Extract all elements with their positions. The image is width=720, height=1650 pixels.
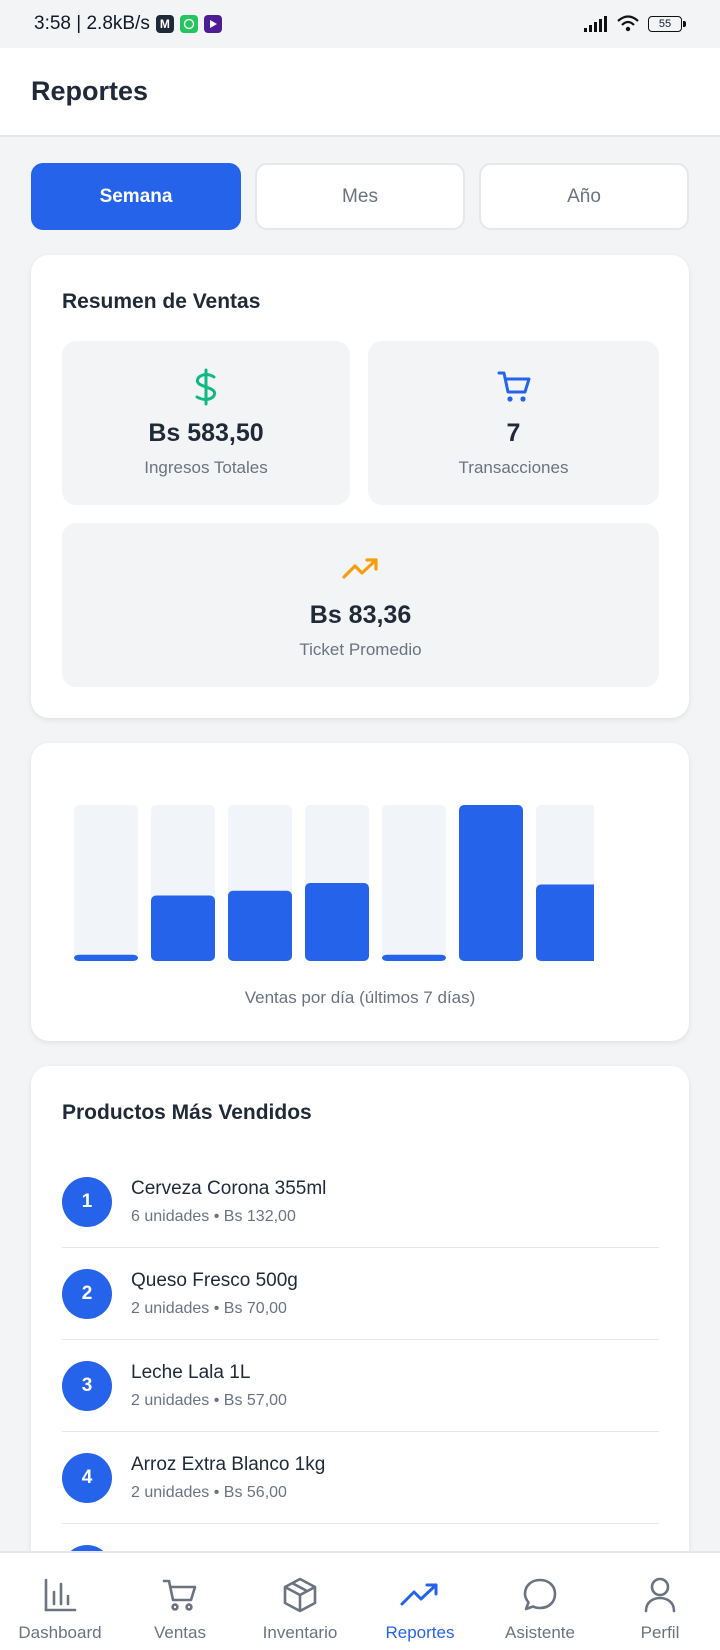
battery-icon: 55: [648, 16, 686, 32]
product-meta: 2 unidades • Bs 56,00: [131, 1483, 287, 1501]
nav-label: Perfil: [640, 1623, 680, 1642]
product-list: 1 Cerveza Corona 355ml 6 unidades • Bs 1…: [62, 1156, 659, 1616]
box-icon: [282, 1575, 318, 1615]
list-item[interactable]: 1 Cerveza Corona 355ml 6 unidades • Bs 1…: [62, 1156, 659, 1248]
status-bar: 3:58 | 2.8kB/s M 55: [0, 0, 720, 48]
user-icon: [643, 1575, 677, 1615]
nav-reportes[interactable]: Reportes: [360, 1553, 480, 1650]
average-label: Ticket Promedio: [299, 640, 422, 659]
nav-label: Reportes: [385, 1623, 455, 1642]
battery-level: 55: [658, 18, 672, 30]
product-meta: 2 unidades • Bs 70,00: [131, 1299, 287, 1317]
sales-chart-card: Ventas por día (últimos 7 días): [31, 743, 689, 1041]
status-time: 3:58 | 2.8kB/s: [34, 13, 150, 34]
dollar-icon: [193, 367, 219, 407]
nav-label: Dashboard: [18, 1623, 102, 1642]
summary-title: Resumen de Ventas: [62, 290, 261, 313]
average-ticket-stat: Bs 83,36 Ticket Promedio: [62, 523, 659, 687]
list-item[interactable]: 2 Queso Fresco 500g 2 unidades • Bs 70,0…: [62, 1248, 659, 1340]
chart-bar-6: [459, 805, 523, 961]
product-name: Queso Fresco 500g: [131, 1269, 298, 1291]
nav-asistente[interactable]: Asistente: [480, 1553, 600, 1650]
trending-up-icon: [341, 549, 380, 589]
bar-track: [382, 805, 446, 961]
top-products-title: Productos Más Vendidos: [62, 1101, 312, 1124]
product-name: Arroz Extra Blanco 1kg: [131, 1453, 326, 1475]
chart-bar-4: [305, 883, 369, 961]
sales-summary-card: Resumen de Ventas Bs 583,50 Ingresos Tot…: [31, 255, 689, 718]
m-app-icon: M: [155, 15, 174, 33]
bar-chart-icon: [42, 1575, 78, 1615]
income-label: Ingresos Totales: [144, 458, 268, 477]
chart-bar-2: [151, 895, 215, 961]
chart-bar-7: [536, 884, 594, 961]
signal-icon: [584, 16, 607, 32]
transactions-value: 7: [506, 419, 521, 447]
daily-sales-chart: [74, 805, 594, 961]
chart-bar-1: [74, 954, 138, 961]
rank-badge: 2: [62, 1268, 112, 1319]
bar-track: [74, 805, 138, 961]
transactions-label: Transacciones: [458, 458, 569, 477]
chat-icon: [522, 1575, 558, 1615]
cart-icon: [496, 367, 532, 407]
app-header: Reportes: [0, 48, 720, 137]
page-title: Reportes: [31, 76, 149, 106]
nav-label: Inventario: [262, 1623, 338, 1642]
chart-caption: Ventas por día (últimos 7 días): [244, 988, 476, 1007]
nav-inventario[interactable]: Inventario: [240, 1553, 360, 1650]
wifi-icon: [617, 15, 639, 32]
tab-mes[interactable]: Mes: [255, 163, 465, 230]
transactions-stat: 7 Transacciones: [368, 341, 659, 505]
bottom-nav: Dashboard Ventas Inventario Reportes Asi…: [0, 1551, 720, 1650]
nav-ventas[interactable]: Ventas: [120, 1553, 240, 1650]
product-meta: 6 unidades • Bs 132,00: [131, 1207, 296, 1225]
product-meta: 2 unidades • Bs 57,00: [131, 1391, 287, 1409]
list-item[interactable]: 4 Arroz Extra Blanco 1kg 2 unidades • Bs…: [62, 1432, 659, 1524]
tab-ano[interactable]: Año: [479, 163, 689, 230]
product-name: Leche Lala 1L: [131, 1361, 251, 1383]
chart-bar-3: [228, 890, 292, 961]
rank-badge: 3: [62, 1360, 112, 1411]
trending-up-icon: [400, 1575, 440, 1615]
income-stat: Bs 583,50 Ingresos Totales: [62, 341, 350, 505]
period-selector: Semana Mes Año: [31, 163, 689, 230]
income-value: Bs 583,50: [148, 419, 264, 447]
play-app-icon: [203, 15, 222, 33]
list-item[interactable]: 3 Leche Lala 1L 2 unidades • Bs 57,00: [62, 1340, 659, 1432]
nav-perfil[interactable]: Perfil: [600, 1553, 720, 1650]
average-value: Bs 83,36: [309, 601, 412, 629]
cart-icon: [161, 1575, 199, 1615]
nav-label: Ventas: [154, 1623, 206, 1642]
rank-badge: 4: [62, 1452, 112, 1503]
chart-bar-5: [382, 954, 446, 961]
rank-badge: 1: [62, 1176, 112, 1227]
whatsapp-icon: [179, 15, 198, 33]
product-name: Cerveza Corona 355ml: [131, 1177, 327, 1199]
tab-semana[interactable]: Semana: [31, 163, 241, 230]
nav-label: Asistente: [505, 1623, 575, 1642]
nav-dashboard[interactable]: Dashboard: [0, 1553, 120, 1650]
